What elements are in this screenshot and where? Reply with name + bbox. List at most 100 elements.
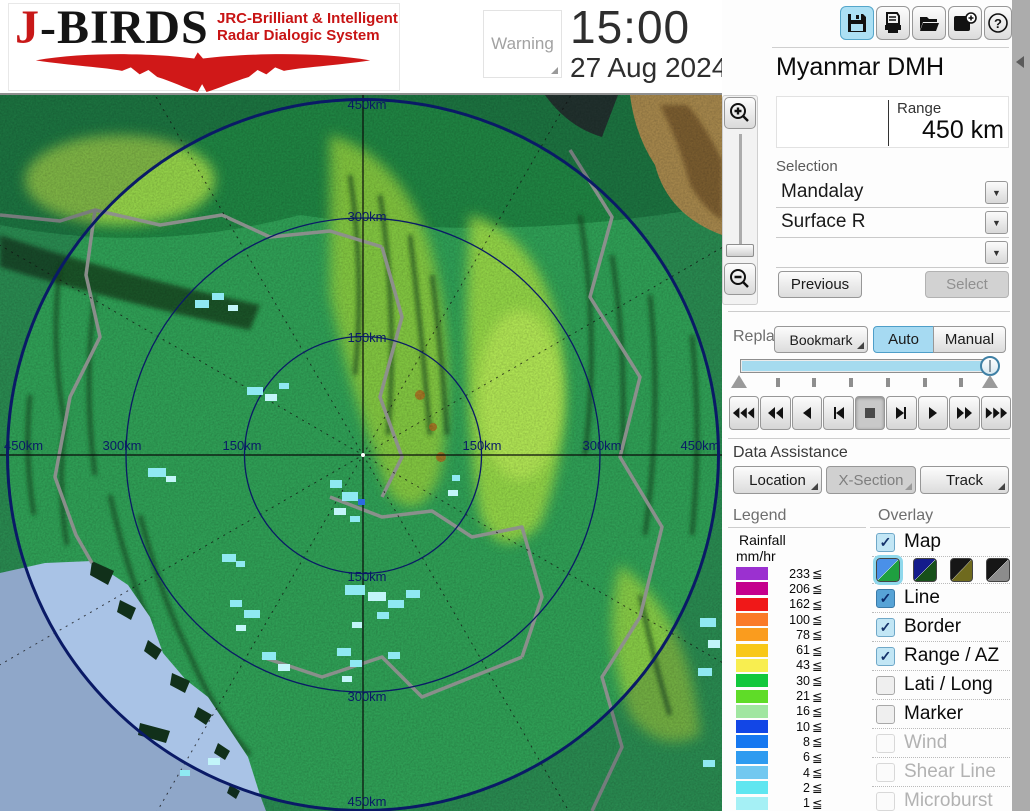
site-dropdown-button[interactable]: ▼: [985, 181, 1008, 204]
replay-play-button[interactable]: [917, 396, 949, 430]
checkbox-icon[interactable]: ✓: [876, 733, 895, 753]
open-folder-button[interactable]: [912, 6, 946, 40]
legend-row: 8 ≦: [736, 734, 831, 749]
overlay-item-wind: ✓ Wind: [872, 729, 1010, 758]
overlay-item-label: Map: [904, 531, 941, 552]
legend-color-swatch: [736, 658, 768, 672]
site-dropdown-value: Mandalay: [781, 181, 864, 202]
radar-site-dot: [361, 453, 365, 457]
timeline-start-marker[interactable]: [731, 375, 747, 388]
xsection-button[interactable]: X-Section: [826, 466, 916, 494]
replay-manual-button[interactable]: Manual: [933, 326, 1006, 353]
legend-row: 30 ≦: [736, 673, 831, 688]
legend-row: 162 ≦: [736, 597, 831, 612]
clock-date: 27 Aug 2024: [570, 52, 728, 83]
checkbox-icon[interactable]: ✓: [876, 532, 895, 552]
replay-step-backward-button[interactable]: [823, 396, 854, 430]
overlay-item-range-az[interactable]: ✓ Range / AZ: [872, 642, 1010, 671]
chevron-down-icon: ▼: [992, 187, 1001, 198]
checkbox-icon[interactable]: ✓: [876, 791, 895, 811]
replay-skip-end-button[interactable]: [980, 396, 1011, 430]
map-style-swatch-1[interactable]: [873, 555, 903, 585]
location-button[interactable]: Location: [733, 466, 822, 494]
legend-row: 21 ≦: [736, 688, 831, 704]
previous-button[interactable]: Previous: [778, 271, 862, 298]
map-style-swatch-3[interactable]: [949, 558, 974, 582]
warning-button[interactable]: Warning: [483, 10, 562, 78]
overlay-item-map[interactable]: ✓ Map: [872, 528, 1010, 557]
timeline-tick: [923, 378, 927, 387]
timeline-tick: [959, 378, 963, 387]
legend-color-swatch: [736, 735, 768, 749]
help-button[interactable]: ?: [984, 6, 1012, 40]
checkbox-icon[interactable]: ✓: [876, 762, 895, 782]
overlay-list: ✓Map✓Line✓Border✓Range / AZ✓Lati / Long✓…: [872, 528, 1010, 811]
map-style-swatch-4[interactable]: [986, 558, 1010, 582]
option-dropdown[interactable]: ▼: [776, 238, 1009, 268]
save-button[interactable]: [840, 6, 874, 40]
panel-collapse-icon[interactable]: [1016, 56, 1024, 68]
zoom-slider-handle[interactable]: [726, 244, 754, 257]
legend-operator: ≦: [812, 689, 823, 704]
radar-map-canvas: 450km 300km 150km 150km 300km 450km 450k…: [0, 4, 814, 811]
replay-fast-rewind-button[interactable]: [760, 396, 791, 430]
replay-play-backward-button[interactable]: [791, 396, 823, 430]
option-dropdown-button[interactable]: ▼: [985, 241, 1008, 264]
legend-row: 43 ≦: [736, 658, 831, 673]
svg-text:300km: 300km: [102, 438, 141, 453]
replay-timeline-slider[interactable]: [740, 359, 992, 373]
checkbox-icon[interactable]: ✓: [876, 588, 895, 608]
replay-step-forward-button[interactable]: [886, 396, 917, 430]
track-button[interactable]: Track: [920, 466, 1009, 494]
bookmark-button[interactable]: Bookmark: [774, 326, 868, 353]
replay-slider-handle[interactable]: [980, 356, 1000, 376]
add-image-button[interactable]: [948, 6, 982, 40]
overlay-item-label: Line: [904, 587, 940, 608]
select-button[interactable]: Select: [925, 271, 1009, 298]
station-title: Myanmar DMH: [776, 53, 945, 81]
replay-auto-button[interactable]: Auto: [873, 326, 934, 353]
zoom-slider-track[interactable]: [739, 134, 742, 252]
header-bar: J-BIRDS JRC-Brilliant & Intelligent Rada…: [0, 0, 758, 95]
chevron-down-icon: ▼: [992, 217, 1001, 228]
checkbox-icon[interactable]: ✓: [876, 646, 895, 666]
checkbox-icon[interactable]: ✓: [876, 675, 895, 695]
zoom-out-button[interactable]: [724, 263, 756, 295]
overlay-title: Overlay: [878, 507, 934, 524]
map-style-swatch-2[interactable]: [912, 558, 937, 582]
radar-map[interactable]: 450km 300km 150km 150km 300km 450km 450k…: [0, 4, 814, 811]
legend-row: 4 ≦: [736, 765, 831, 780]
overlay-item-border[interactable]: ✓ Border: [872, 613, 1010, 642]
timeline-end-marker[interactable]: [982, 375, 998, 388]
replay-fast-forward-button[interactable]: [949, 396, 980, 430]
checkbox-icon[interactable]: ✓: [876, 704, 895, 724]
fast-rewind-icon: [767, 407, 783, 419]
legend-value: 100: [789, 612, 810, 627]
range-divider: [888, 100, 889, 146]
legend-color-swatch: [736, 720, 768, 734]
overlay-item-marker[interactable]: ✓ Marker: [872, 700, 1010, 729]
product-dropdown[interactable]: Surface R ▼: [776, 208, 1009, 238]
print-button[interactable]: [876, 6, 910, 40]
site-dropdown[interactable]: Mandalay ▼: [776, 178, 1009, 208]
legend-title: Legend: [733, 507, 787, 524]
step-backward-icon: [833, 407, 844, 419]
overlay-item-lati-long[interactable]: ✓ Lati / Long: [872, 671, 1010, 700]
product-dropdown-button[interactable]: ▼: [985, 211, 1008, 234]
overlay-item-shear-line: ✓ Shear Line: [872, 758, 1010, 787]
svg-text:150km: 150km: [347, 569, 386, 584]
legend-operator: ≦: [812, 628, 823, 643]
legend-value: 4: [803, 765, 810, 780]
zoom-in-button[interactable]: [724, 97, 756, 129]
timeline-tick: [886, 378, 890, 387]
range-display: Range 450 km: [776, 96, 1009, 148]
checkbox-icon[interactable]: ✓: [876, 617, 895, 637]
legend-operator: ≦: [812, 796, 823, 811]
replay-skip-start-button[interactable]: [729, 396, 760, 430]
range-value: 450 km: [922, 116, 1004, 144]
overlay-item-line[interactable]: ✓ Line: [872, 584, 1010, 613]
replay-stop-button[interactable]: [854, 396, 886, 430]
legend-color-swatch: [736, 613, 768, 627]
legend-operator: ≦: [812, 613, 823, 628]
chevron-down-icon: ▼: [992, 247, 1001, 258]
